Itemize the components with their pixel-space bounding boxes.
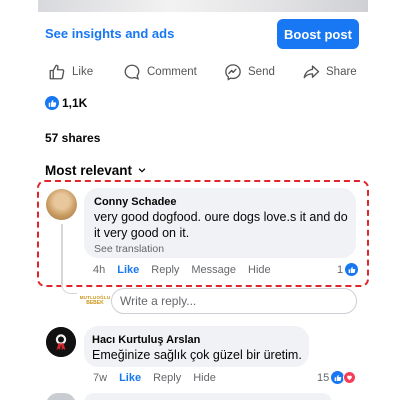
chevron-down-icon bbox=[137, 163, 147, 178]
comment-like-button[interactable]: Like bbox=[119, 372, 141, 384]
comment-actions: 4h Like Reply Message Hide bbox=[93, 264, 283, 276]
boost-post-button[interactable]: Boost post bbox=[277, 19, 359, 49]
post-action-bar: Like Comment Send Share bbox=[0, 63, 400, 85]
comment-reply-button[interactable]: Reply bbox=[153, 372, 181, 384]
share-label: Share bbox=[326, 66, 357, 78]
like-reaction-icon bbox=[345, 263, 359, 276]
comment-reaction-badge[interactable]: 15 bbox=[317, 371, 357, 384]
love-reaction-icon bbox=[343, 371, 357, 384]
comment-button[interactable]: Comment bbox=[123, 63, 197, 81]
comment-timestamp: 4h bbox=[93, 264, 106, 276]
comment-author[interactable]: Conny Schadee bbox=[94, 196, 177, 208]
page-avatar-logo-line-2: BEBEK bbox=[86, 300, 104, 306]
comment-text: Emeğinize sağlık çok güzel bir üretim. bbox=[92, 348, 302, 362]
post-photo-bottom-edge bbox=[38, 0, 368, 12]
reply-thread-line bbox=[61, 224, 63, 286]
avatar[interactable] bbox=[46, 189, 77, 220]
comment-reply-button[interactable]: Reply bbox=[151, 264, 179, 276]
post-reactions-summary[interactable]: 1,1K bbox=[45, 96, 87, 110]
see-translation-link[interactable]: See translation bbox=[94, 243, 164, 255]
comment-author[interactable]: Hacı Kurtuluş Arslan bbox=[92, 334, 200, 346]
reply-input[interactable]: Write a reply... bbox=[111, 288, 357, 314]
comment-bubble-icon bbox=[123, 63, 141, 81]
comment-reaction-count: 1 bbox=[337, 263, 344, 276]
sort-label: Most relevant bbox=[45, 163, 133, 178]
like-reaction-icon bbox=[45, 96, 59, 110]
avatar-ribbon-emblem bbox=[46, 327, 76, 357]
comment-label: Comment bbox=[147, 66, 197, 78]
comment-actions: 7w Like Reply Hide bbox=[93, 372, 228, 384]
send-label: Send bbox=[248, 66, 275, 78]
reply-thread-connector bbox=[61, 280, 77, 294]
comment-like-button[interactable]: Like bbox=[117, 264, 139, 276]
comment-hide-button[interactable]: Hide bbox=[193, 372, 216, 384]
see-insights-link[interactable]: See insights and ads bbox=[45, 26, 174, 41]
comment-bubble: Conny Schadee very good dogfood. oure do… bbox=[84, 188, 356, 258]
comment-reaction-badge[interactable]: 1 bbox=[337, 263, 359, 276]
comment-timestamp: 7w bbox=[93, 372, 108, 384]
comment-reaction-count: 15 bbox=[317, 371, 330, 384]
like-post-button[interactable]: Like bbox=[48, 63, 93, 81]
comment-bubble: Hacı Kurtuluş Arslan Emeğinize sağlık ço… bbox=[84, 326, 309, 367]
comment-text-line-2: it very good on it. bbox=[94, 226, 190, 240]
page-avatar: MUTLUOĞLU BEBEK bbox=[80, 295, 110, 307]
comment-hide-button[interactable]: Hide bbox=[248, 264, 271, 276]
shares-count[interactable]: 57 shares bbox=[45, 131, 100, 145]
share-button[interactable]: Share bbox=[302, 63, 357, 81]
avatar[interactable] bbox=[46, 327, 76, 357]
comment-bubble bbox=[84, 393, 332, 400]
send-button[interactable]: Send bbox=[224, 63, 275, 81]
thumbs-up-icon bbox=[48, 63, 66, 81]
reactions-count: 1,1K bbox=[62, 96, 88, 110]
avatar[interactable] bbox=[46, 393, 76, 400]
share-arrow-icon bbox=[302, 63, 320, 81]
comment-sort-dropdown[interactable]: Most relevant bbox=[45, 163, 147, 178]
like-label: Like bbox=[72, 66, 94, 78]
messenger-icon bbox=[224, 63, 242, 81]
comment-text-line-1: very good dogfood. oure dogs love.s it a… bbox=[94, 210, 348, 224]
comment-message-button[interactable]: Message bbox=[191, 264, 236, 276]
